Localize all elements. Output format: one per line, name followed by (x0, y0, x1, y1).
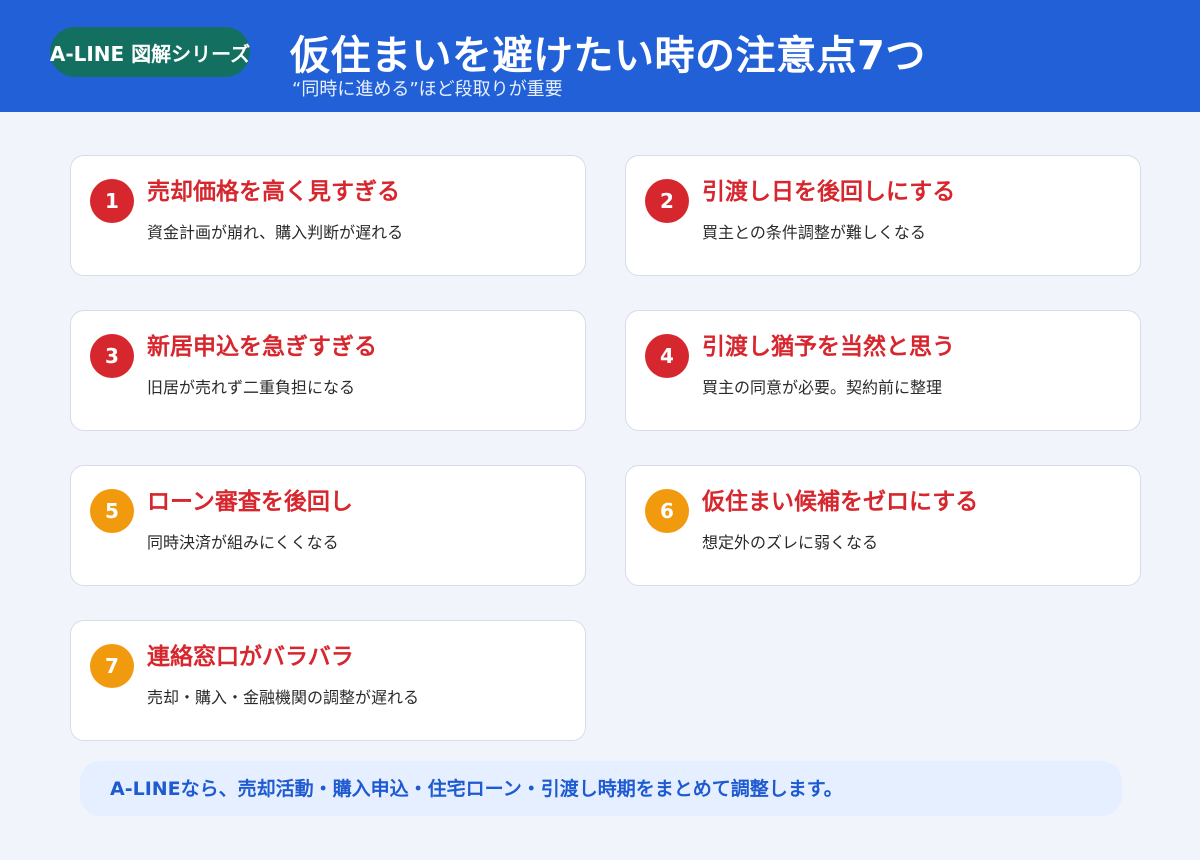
number-badge: 7 (90, 644, 134, 688)
card-title: 引渡し猶予を当然と思う (702, 334, 955, 360)
caution-card-1: 1 売却価格を高く見すぎる 資金計画が崩れ、購入判断が遅れる (70, 155, 586, 276)
card-title: 売却価格を高く見すぎる (147, 179, 400, 205)
caution-card-2: 2 引渡し日を後回しにする 買主との条件調整が難しくなる (625, 155, 1141, 276)
number-badge: 1 (90, 179, 134, 223)
caution-card-4: 4 引渡し猶予を当然と思う 買主の同意が必要。契約前に整理 (625, 310, 1141, 431)
card-title: 連絡窓口がバラバラ (147, 644, 354, 670)
card-description: 買主との条件調整が難しくなる (702, 223, 926, 242)
series-badge: A-LINE 図解シリーズ (50, 27, 250, 77)
card-description: 資金計画が崩れ、購入判断が遅れる (147, 223, 404, 242)
card-description: 同時決済が組みにくくなる (147, 533, 339, 552)
page-title: 仮住まいを避けたい時の注意点7つ (290, 33, 926, 79)
number-badge: 2 (645, 179, 689, 223)
number-badge: 3 (90, 334, 134, 378)
footer-callout: A-LINEなら、売却活動・購入申込・住宅ローン・引渡し時期をまとめて調整します… (80, 761, 1122, 816)
card-description: 旧居が売れず二重負担になる (147, 378, 356, 397)
card-title: ローン審査を後回し (147, 489, 353, 515)
header-banner: A-LINE 図解シリーズ 仮住まいを避けたい時の注意点7つ “同時に進める”ほ… (0, 0, 1200, 112)
card-title: 新居申込を急ぎすぎる (147, 334, 377, 360)
caution-card-7: 7 連絡窓口がバラバラ 売却・購入・金融機関の調整が遅れる (70, 620, 586, 741)
page-subtitle: “同時に進める”ほど段取りが重要 (292, 79, 563, 100)
number-badge: 5 (90, 489, 134, 533)
card-title: 引渡し日を後回しにする (702, 179, 956, 205)
number-badge: 4 (645, 334, 689, 378)
card-description: 売却・購入・金融機関の調整が遅れる (147, 688, 420, 707)
caution-card-5: 5 ローン審査を後回し 同時決済が組みにくくなる (70, 465, 586, 586)
card-description: 買主の同意が必要。契約前に整理 (702, 378, 943, 397)
number-badge: 6 (645, 489, 689, 533)
caution-card-6: 6 仮住まい候補をゼロにする 想定外のズレに弱くなる (625, 465, 1141, 586)
card-description: 想定外のズレに弱くなる (702, 533, 879, 552)
card-title: 仮住まい候補をゼロにする (702, 489, 979, 515)
caution-card-3: 3 新居申込を急ぎすぎる 旧居が売れず二重負担になる (70, 310, 586, 431)
footer-text: A-LINEなら、売却活動・購入申込・住宅ローン・引渡し時期をまとめて調整します… (110, 778, 843, 800)
